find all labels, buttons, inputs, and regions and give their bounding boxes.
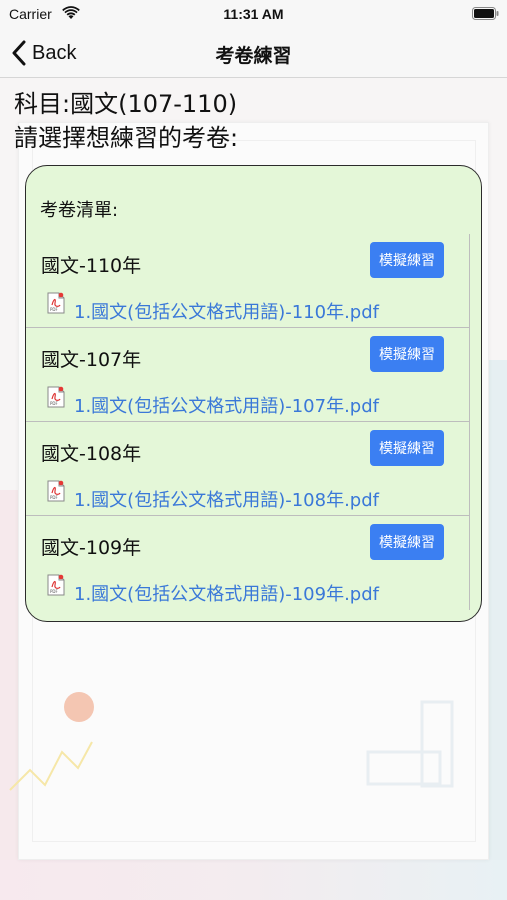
exam-name: 國文-110年 (41, 255, 142, 277)
battery-icon (472, 7, 499, 20)
pdf-icon: PDF (47, 574, 65, 596)
exam-list: 國文-110年 模擬練習 PDF 1.國文(包括公文格式用語)-110年.pdf… (26, 234, 470, 610)
clock: 11:31 AM (223, 6, 284, 22)
exam-item: 國文-108年 模擬練習 PDF 1.國文(包括公文格式用語)-108年.pdf (26, 422, 470, 516)
svg-text:PDF: PDF (50, 495, 58, 500)
practice-button[interactable]: 模擬練習 (370, 524, 444, 560)
exam-item: 國文-107年 模擬練習 PDF 1.國文(包括公文格式用語)-107年.pdf (26, 328, 470, 422)
pdf-icon: PDF (47, 386, 65, 408)
status-bar: Carrier 11:31 AM (0, 0, 507, 28)
svg-text:PDF: PDF (50, 307, 58, 312)
pdf-file-link[interactable]: 1.國文(包括公文格式用語)-110年.pdf (74, 298, 379, 324)
practice-button[interactable]: 模擬練習 (370, 430, 444, 466)
instruction-label: 請選擇想練習的考卷: (14, 124, 239, 152)
pdf-file-link[interactable]: 1.國文(包括公文格式用語)-109年.pdf (74, 580, 379, 606)
page-title: 考卷練習 (215, 45, 292, 67)
navigation-bar: Back 考卷練習 (0, 28, 507, 78)
pdf-file-link[interactable]: 1.國文(包括公文格式用語)-108年.pdf (74, 486, 379, 512)
exam-item: 國文-110年 模擬練習 PDF 1.國文(包括公文格式用語)-110年.pdf (26, 234, 470, 328)
exam-name: 國文-107年 (41, 349, 142, 371)
svg-text:PDF: PDF (50, 589, 58, 594)
pdf-file-link[interactable]: 1.國文(包括公文格式用語)-107年.pdf (74, 392, 379, 418)
exam-item: 國文-109年 模擬練習 PDF 1.國文(包括公文格式用語)-109年.pdf (26, 516, 470, 610)
exam-name: 國文-109年 (41, 537, 142, 559)
svg-text:PDF: PDF (50, 401, 58, 406)
practice-button[interactable]: 模擬練習 (370, 336, 444, 372)
subject-label: 科目:國文(107-110) (14, 90, 238, 118)
exam-name: 國文-108年 (41, 443, 142, 465)
panel-title: 考卷清單: (40, 200, 119, 221)
exam-list-panel: 考卷清單: 國文-110年 模擬練習 PDF 1.國文(包括公文格式用語)-11… (25, 165, 482, 622)
pdf-icon: PDF (47, 480, 65, 502)
practice-button[interactable]: 模擬練習 (370, 242, 444, 278)
pdf-icon: PDF (47, 292, 65, 314)
